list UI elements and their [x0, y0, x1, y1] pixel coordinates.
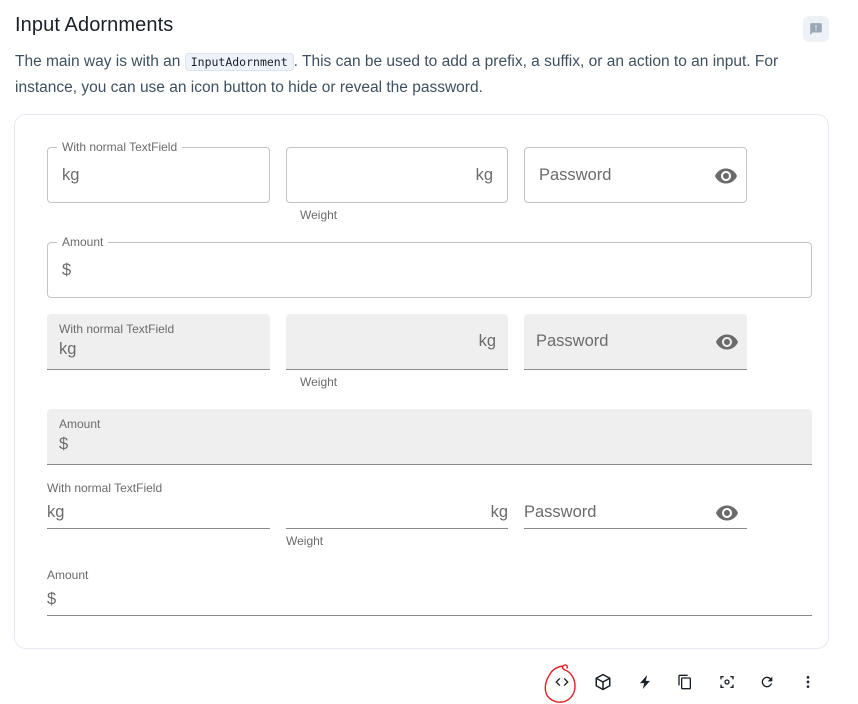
section-description: The main way is with an InputAdornment. … [15, 49, 815, 100]
weight-helper-text: Weight [286, 534, 324, 548]
kg-adornment: kg [490, 503, 508, 521]
page-title: Input Adornments [15, 14, 174, 36]
feedback-button[interactable] [803, 16, 829, 42]
outlined-weight-field[interactable]: kg [286, 147, 508, 203]
standard-amount-field[interactable]: $ [47, 585, 812, 616]
standard-weight-field[interactable]: kg [286, 498, 508, 529]
copy-source-button[interactable] [671, 668, 699, 696]
outlined-password-field[interactable]: Password [524, 147, 747, 203]
reset-demo-icon [761, 676, 773, 688]
reset-focus-button[interactable] [713, 668, 741, 696]
more-options-button[interactable] [794, 668, 822, 696]
outlined-kg-field[interactable]: With normal TextField kg [47, 140, 270, 203]
dollar-adornment: $ [62, 261, 72, 279]
standard-password-field[interactable]: Password [524, 498, 747, 529]
weight-helper-text: Weight [300, 375, 338, 389]
edit-in-codesandbox-button[interactable] [589, 668, 617, 696]
dollar-adornment: $ [59, 435, 69, 453]
code-icon [555, 678, 569, 686]
filled-weight-field[interactable]: kg [286, 314, 508, 370]
field-label: Amount [57, 235, 109, 249]
standard-kg-field[interactable]: kg [47, 498, 270, 529]
field-label: With normal TextField [59, 322, 175, 336]
edit-in-stackblitz-button[interactable] [631, 668, 659, 696]
more-icon [806, 676, 810, 688]
field-label: Amount [47, 568, 89, 582]
codesandbox-icon [595, 673, 611, 691]
kg-adornment: kg [478, 332, 496, 350]
weight-helper-text: Weight [300, 208, 338, 222]
kg-adornment: kg [62, 166, 80, 184]
filled-password-field[interactable]: Password [524, 314, 747, 370]
reset-focus-icon [720, 676, 734, 688]
field-label: With normal TextField [57, 140, 183, 154]
reset-demo-button[interactable] [753, 668, 781, 696]
toggle-password-visibility-button[interactable] [714, 500, 740, 526]
description-text-start: The main way is with an [15, 53, 185, 70]
kg-adornment: kg [475, 166, 493, 184]
kg-adornment: kg [47, 503, 65, 521]
visibility-icon [715, 168, 737, 184]
dollar-adornment: $ [47, 590, 57, 608]
toggle-password-visibility-button[interactable] [713, 163, 739, 189]
code-inline: InputAdornment [184, 53, 294, 71]
show-source-button[interactable] [548, 668, 576, 696]
stackblitz-icon [640, 675, 650, 689]
visibility-icon [716, 334, 738, 350]
visibility-icon [716, 505, 738, 521]
outlined-amount-field[interactable]: Amount $ [47, 235, 812, 298]
password-placeholder: Password [536, 332, 609, 350]
filled-amount-field[interactable]: Amount $ [47, 409, 812, 465]
kg-adornment: kg [59, 340, 77, 358]
copy-icon [678, 674, 691, 690]
demo-toolbar [0, 668, 858, 696]
field-label: Amount [59, 417, 101, 431]
filled-kg-field[interactable]: With normal TextField kg [47, 314, 270, 370]
field-label: With normal TextField [47, 481, 163, 495]
password-placeholder: Password [539, 166, 612, 184]
toggle-password-visibility-button[interactable] [714, 329, 740, 355]
password-placeholder: Password [524, 503, 597, 521]
feedback-icon [810, 23, 822, 35]
